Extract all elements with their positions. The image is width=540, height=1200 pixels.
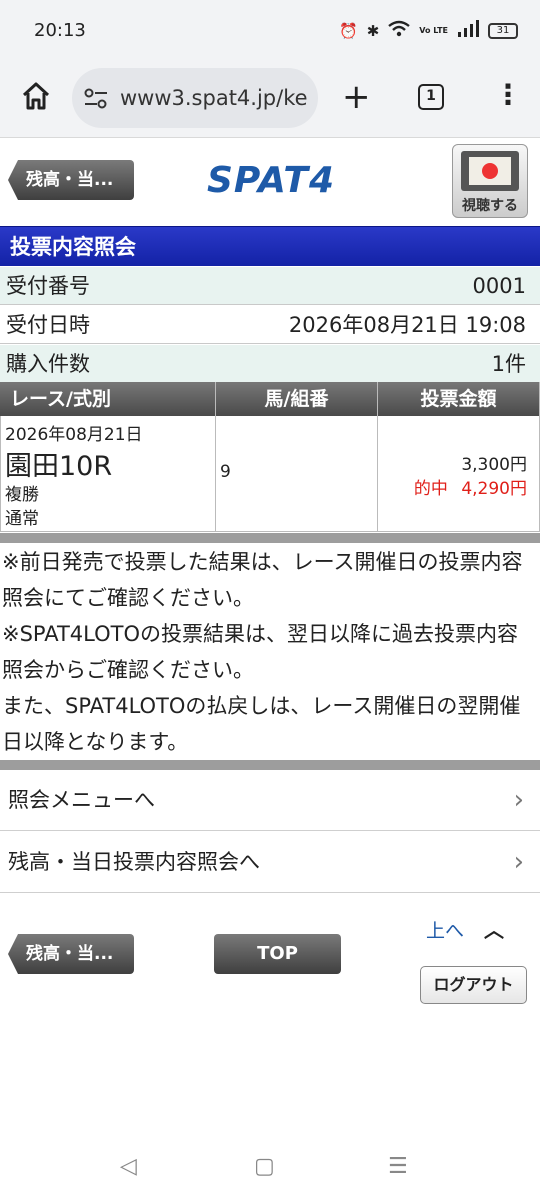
browser-menu-icon[interactable]: ⋮ [494, 80, 522, 110]
status-time: 20:13 [34, 20, 86, 41]
chevron-up-icon[interactable]: ︿ [484, 914, 504, 943]
site-header: 残高・当... SPAT4 視聴する [0, 138, 540, 226]
chevron-right-icon: › [513, 785, 524, 815]
watch-video-button[interactable]: 視聴する [452, 144, 528, 218]
status-icons: ⏰ ✱ Vo LTE 31 [339, 20, 518, 42]
notes-section: ※前日発売で投票した結果は、レース開催日の投票内容照会にてご確認ください。 ※S… [0, 540, 540, 760]
watch-label: 視聴する [462, 198, 518, 214]
home-nav-icon[interactable]: ▢ [254, 1154, 275, 1179]
menu-item-inquiry-menu[interactable]: 照会メニューへ › [0, 770, 540, 831]
table-header-amount: 投票金額 [378, 382, 540, 416]
info-value: 0001 [472, 274, 526, 298]
home-icon[interactable] [20, 80, 52, 112]
volte-icon: Vo LTE [419, 26, 448, 35]
balance-back-button-footer[interactable]: 残高・当... [8, 934, 134, 974]
top-button[interactable]: TOP [214, 934, 341, 974]
balance-back-button[interactable]: 残高・当... [8, 160, 134, 200]
amount-cell: 3,300円 的中 4,290円 [378, 416, 540, 532]
race-name: 園田10R [5, 451, 113, 482]
info-row-receipt-number: 受付番号 0001 [0, 267, 540, 305]
divider [0, 760, 540, 770]
browser-toolbar: www3.spat4.jp/ke + 1 ⋮ [0, 62, 540, 138]
back-nav-icon[interactable]: ◁ [120, 1154, 137, 1179]
table-header-race: レース/式別 [0, 382, 216, 416]
info-key: 受付日時 [6, 313, 90, 337]
info-key: 受付番号 [6, 274, 90, 298]
new-tab-icon[interactable]: + [342, 80, 371, 114]
info-value: 2026年08月21日 19:08 [288, 313, 526, 337]
site-settings-icon[interactable] [84, 88, 108, 110]
info-value: 1件 [491, 352, 526, 376]
note-text: また、SPAT4LOTOの払戻しは、レース開催日の翌開催日以降となります。 [2, 694, 521, 754]
bet-type: 複勝 [5, 485, 39, 505]
race-date: 2026年08月21日 [5, 425, 143, 445]
info-key: 購入件数 [6, 352, 90, 376]
page-title: 投票内容照会 [0, 226, 540, 266]
status-bar: 20:13 ⏰ ✱ Vo LTE 31 [0, 0, 540, 62]
table-header-horse: 馬/組番 [216, 382, 378, 416]
bet-amount: 3,300円 [461, 455, 527, 475]
horse-number: 9 [220, 462, 231, 482]
wifi-icon [388, 20, 411, 42]
menu-item-label: 残高・当日投票内容照会へ [8, 850, 260, 874]
hit-label: 的中 [413, 479, 448, 499]
logout-button[interactable]: ログアウト [420, 966, 527, 1004]
battery-icon: 31 [488, 23, 518, 39]
chevron-right-icon: › [513, 847, 524, 877]
note-text: ※前日発売で投票した結果は、レース開催日の投票内容照会にてご確認ください。 [2, 550, 523, 610]
bluetooth-icon: ✱ [366, 22, 380, 40]
system-nav-bar: ◁ ▢ ☰ [0, 1136, 540, 1200]
spat4-logo[interactable]: SPAT4 [207, 160, 335, 201]
signal-icon [457, 20, 479, 42]
url-text: www3.spat4.jp/ke [120, 86, 308, 110]
info-row-purchase-count: 購入件数 1件 [0, 345, 540, 383]
payout-line: 的中 4,290円 [414, 474, 527, 499]
tab-switcher-button[interactable]: 1 [418, 84, 444, 110]
menu-item-label: 照会メニューへ [8, 788, 155, 812]
bet-table: レース/式別 馬/組番 投票金額 2026年08月21日 園田10R 複勝 通常… [0, 382, 540, 532]
horse-cell: 9 [216, 416, 378, 532]
note-text: ※SPAT4LOTOの投票結果は、翌日以降に過去投票内容照会からご確認ください。 [2, 622, 519, 682]
scroll-top-link[interactable]: 上へ [426, 916, 464, 943]
url-bar[interactable]: www3.spat4.jp/ke [72, 68, 318, 128]
recents-nav-icon[interactable]: ☰ [388, 1154, 408, 1179]
race-cell: 2026年08月21日 園田10R 複勝 通常 [0, 416, 216, 532]
bet-method: 通常 [5, 509, 39, 529]
payout-amount: 4,290円 [461, 479, 527, 499]
menu-item-balance-inquiry[interactable]: 残高・当日投票内容照会へ › [0, 832, 540, 893]
alarm-icon: ⏰ [339, 22, 358, 40]
film-icon [461, 151, 519, 191]
info-row-receipt-datetime: 受付日時 2026年08月21日 19:08 [0, 306, 540, 344]
